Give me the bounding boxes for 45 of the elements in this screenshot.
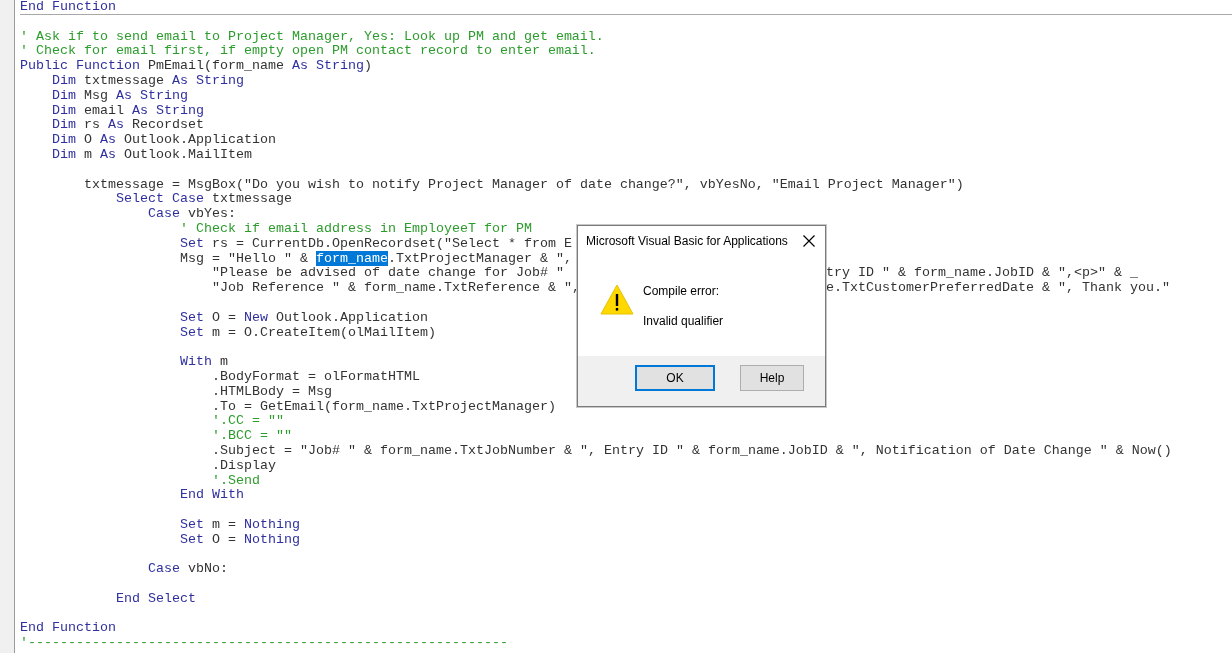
code-line: '.CC = "" xyxy=(212,413,284,429)
code-line: Set rs = CurrentDb.OpenRecordset("Select * from E xyxy=(180,235,572,251)
code-line: Dim rs As Recordset xyxy=(52,117,204,133)
code-line: End Select xyxy=(116,590,196,606)
code-line: txtmessage = MsgBox("Do you wish to notify Project Manager of date change?", vbYesNo, "Email Project Manager") xyxy=(84,176,964,192)
code-line: '.Send xyxy=(212,472,260,488)
code-line: Dim O As Outlook.Application xyxy=(52,132,276,148)
code-line: Set m = Nothing xyxy=(180,516,300,532)
code-line: ' Check if email address in EmployeeT for PM xyxy=(180,220,532,236)
code-line: .Display xyxy=(212,457,276,473)
code-line: Dim txtmessage As String xyxy=(52,73,244,88)
code-line: Select Case txtmessage xyxy=(116,191,292,207)
code-line: Public Function PmEmail(form_name As String) xyxy=(20,58,372,74)
code-line: Dim email As String xyxy=(52,102,204,118)
code-line: ' Check for email first, if empty open PM contact record to enter email. xyxy=(20,43,596,59)
dialog-button[interactable]: Help xyxy=(740,365,804,391)
code-line: "Please be advised of date change for Job# " xyxy=(212,265,564,281)
code-line: .HTMLBody = Msg xyxy=(212,383,332,399)
dialog-button[interactable]: OK xyxy=(635,365,715,391)
code-line: Dim Msg As String xyxy=(52,87,188,103)
error-message: Compile error: xyxy=(643,283,721,299)
code-line: Dim m As Outlook.MailItem xyxy=(52,146,252,162)
code-line: Case vbYes: xyxy=(148,206,236,222)
code-line: try ID " & form_name.JobID & ",<p>" & _ xyxy=(826,266,1138,282)
code-line: End Function xyxy=(20,0,116,14)
dialog-title: Microsoft Visual Basic for Applications xyxy=(586,234,788,248)
code-line: Set m = O.CreateItem(olMailItem) xyxy=(180,324,436,340)
code-line: Set O = New Outlook.Application xyxy=(180,309,428,325)
code-line: Case vbNo: xyxy=(148,561,228,577)
warning-icon xyxy=(600,284,634,315)
code-line: With m xyxy=(180,354,228,370)
close-icon[interactable] xyxy=(803,235,815,247)
error-message: Invalid qualifier xyxy=(643,313,724,329)
code-line: End With xyxy=(180,487,244,503)
code-line: Set O = Nothing xyxy=(180,531,300,547)
code-line: '------------------------------------------------------------ xyxy=(20,635,508,651)
code-line: "Job Reference " & form_name.TxtReference & ", xyxy=(212,280,580,296)
code-line: '.BCC = "" xyxy=(212,428,292,444)
code-line: .Subject = "Job# " & form_name.TxtJobNumber & ", Entry ID " & form_name.JobID & ", Notification of Date Change " & Now() xyxy=(212,442,1172,458)
code-line: End Function xyxy=(20,620,116,636)
code-line: ' Ask if to send email to Project Manager, Yes: Look up PM and get email. xyxy=(20,28,604,44)
code-line: Msg = "Hello " & form_name.TxtProjectManager & ", xyxy=(180,250,572,266)
code-line: e.TxtCustomerPreferredDate & ", Thank you." xyxy=(826,281,1170,296)
code-line: .BodyFormat = olFormatHTML xyxy=(212,368,420,384)
code-line: .To = GetEmail(form_name.TxtProjectManager) xyxy=(212,398,556,414)
